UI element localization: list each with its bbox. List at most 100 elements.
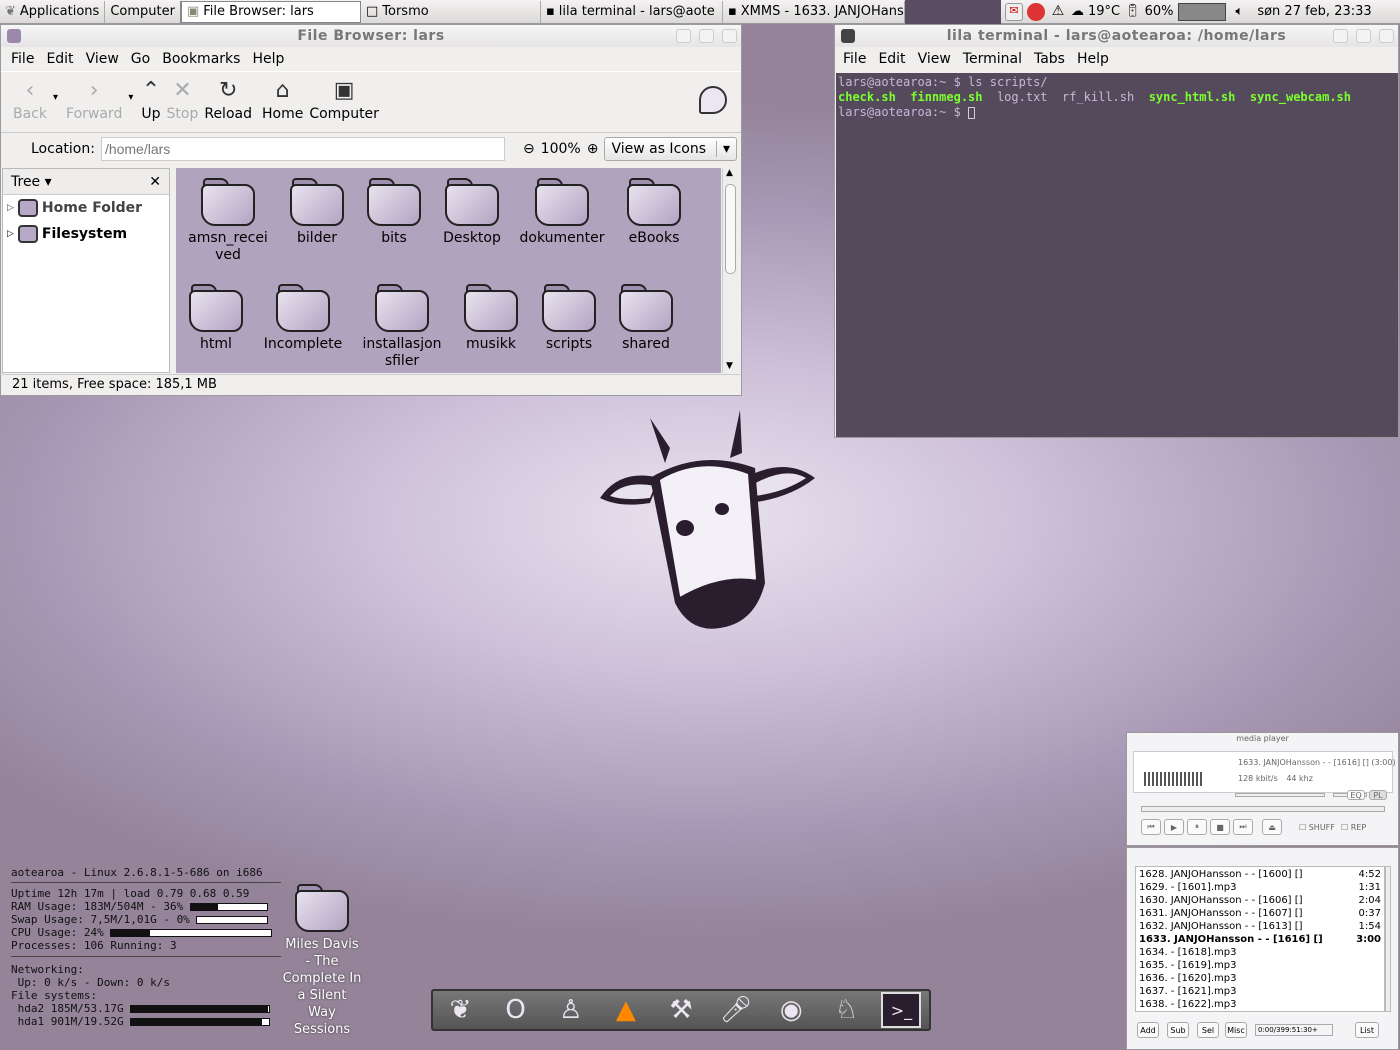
update-icon[interactable] (1026, 2, 1045, 21)
menu-go[interactable]: Go (125, 51, 156, 67)
eject-button[interactable]: ⏏ (1262, 819, 1282, 835)
zoom-in-icon[interactable]: ⊕ (587, 141, 599, 157)
menu-terminal[interactable]: Terminal (957, 51, 1028, 67)
previous-button[interactable]: ⏮ (1141, 819, 1161, 835)
warning-icon[interactable]: ⚠ (1049, 3, 1067, 21)
file-item-ebooks[interactable]: eBooks (609, 170, 699, 247)
task-terminal[interactable]: ▪ lila terminal - lars@aote (541, 0, 723, 23)
minimize-button[interactable] (676, 29, 691, 43)
menu-edit[interactable]: Edit (872, 51, 911, 67)
icon-view[interactable]: amsn_recei ved bilder bits Desktop dokumente… (176, 168, 721, 373)
list-item[interactable]: 1636. - [1620].mp3 (1139, 972, 1381, 985)
tree-item-filesystem[interactable]: ▷ Filesystem (3, 221, 169, 247)
vlc-icon[interactable]: ▲ (606, 992, 646, 1028)
view-mode-select[interactable]: View as Icons ▾ (604, 137, 738, 161)
minimize-button[interactable] (1333, 29, 1348, 43)
seek-bar[interactable] (1141, 806, 1385, 812)
scroll-thumb[interactable] (725, 184, 736, 274)
shuffle-checkbox[interactable]: ☐ SHUFF (1299, 823, 1335, 832)
menu-file[interactable]: File (837, 51, 872, 67)
xmms-title[interactable]: media player (1127, 733, 1398, 745)
zoom-level[interactable]: 100% (541, 141, 581, 157)
close-sidebar-icon[interactable]: ✕ (149, 174, 161, 190)
terminal-titlebar[interactable]: lila terminal - lars@aotearoa: /home/lar… (835, 25, 1398, 47)
playlist-list[interactable]: 1628. JANJOHansson - - [1600] [] 4:52 1629… (1135, 866, 1385, 1012)
menu-edit[interactable]: Edit (40, 51, 79, 67)
file-item-bits[interactable]: bits (349, 170, 439, 247)
file-item-amsn_received[interactable]: amsn_recei ved (183, 170, 273, 264)
expander-icon[interactable]: ▷ (7, 229, 14, 239)
file-item-html[interactable]: html (176, 276, 261, 353)
battery-icon[interactable]: 🔋︎ (1124, 4, 1141, 19)
file-item-installasjonsfiler[interactable]: installasjon sfiler (357, 276, 447, 370)
close-button[interactable] (722, 29, 737, 43)
opera-icon[interactable]: O (496, 992, 536, 1028)
list-item[interactable]: 1633. JANJOHansson - - [1616] [] 3:00 (1139, 933, 1381, 946)
add-button[interactable]: Add (1137, 1022, 1159, 1038)
back-history-chevron-icon[interactable]: ▾ (53, 92, 58, 103)
list-item[interactable]: 1628. JANJOHansson - - [1600] [] 4:52 (1139, 868, 1381, 881)
weather-icon[interactable]: ☁ (1071, 4, 1084, 19)
file-item-dokumenter[interactable]: dokumenter (517, 170, 607, 247)
list-item[interactable]: 1630. JANJOHansson - - [1606] [] 2:04 (1139, 894, 1381, 907)
maximize-button[interactable] (1356, 29, 1371, 43)
menu-view[interactable]: View (80, 51, 125, 67)
file-item-shared[interactable]: shared (601, 276, 691, 353)
forward-button[interactable]: › Forward (66, 78, 122, 122)
clock[interactable]: søn 27 feb, 23:33 (1257, 4, 1371, 19)
volume-slider[interactable] (1235, 793, 1325, 797)
file-browser-titlebar[interactable]: File Browser: lars (1, 25, 741, 47)
terminal-output[interactable]: lars@aotearoa:~ $ ls scripts/ check.sh f… (836, 73, 1398, 437)
file-item-desktop[interactable]: Desktop (427, 170, 517, 247)
webcam-icon[interactable]: ◉ (771, 992, 811, 1028)
zoom-out-icon[interactable]: ⊖ (523, 141, 535, 157)
menu-help[interactable]: Help (246, 51, 290, 67)
back-button[interactable]: ‹ Back (13, 78, 47, 122)
maximize-button[interactable] (699, 29, 714, 43)
menu-view[interactable]: View (912, 51, 957, 67)
mail-icon[interactable]: ✉ (1004, 2, 1023, 21)
bunny-icon[interactable]: ♘ (826, 992, 866, 1028)
sidebar-type-select[interactable]: Tree ▾ (11, 174, 52, 190)
computer-button[interactable]: ▣ Computer (309, 78, 379, 122)
repeat-checkbox[interactable]: ☐ REP (1341, 823, 1366, 832)
list-item[interactable]: 1634. - [1618].mp3 (1139, 946, 1381, 959)
list-item[interactable]: 1635. - [1619].mp3 (1139, 959, 1381, 972)
task-xmms[interactable]: ▪ XMMS - 1633. JANJOHans (723, 0, 905, 23)
list-item[interactable]: 1631. JANJOHansson - - [1607] [] 0:37 (1139, 907, 1381, 920)
scroll-up-icon[interactable]: ▲ (726, 168, 733, 178)
pause-button[interactable]: ⏸ (1187, 819, 1207, 835)
volume-icon[interactable]: 🔈︎ (1236, 4, 1244, 19)
terminal-launcher-icon[interactable]: >_ (881, 992, 922, 1028)
stop-button[interactable]: ■ (1210, 819, 1230, 835)
applications-menu[interactable]: ❦ Applications (0, 0, 106, 23)
misc-button[interactable]: Misc (1225, 1022, 1247, 1038)
reload-button[interactable]: ↻ Reload (204, 78, 252, 122)
microphone-icon[interactable]: 🎤︎ (716, 992, 756, 1028)
up-button[interactable]: ⌃ Up (141, 78, 160, 122)
list-item[interactable]: 1629. - [1601].mp3 1:31 (1139, 881, 1381, 894)
stop-button[interactable]: ✕ Stop (167, 78, 199, 122)
sel-button[interactable]: Sel (1197, 1022, 1219, 1038)
list-button[interactable]: List (1355, 1022, 1379, 1038)
location-input[interactable] (100, 137, 505, 161)
close-button[interactable] (1379, 29, 1394, 43)
sub-button[interactable]: Sub (1167, 1022, 1189, 1038)
file-manager-icon[interactable]: ❦ (441, 992, 481, 1028)
expander-icon[interactable]: ▷ (7, 203, 14, 213)
computer-menu[interactable]: Computer (105, 0, 181, 23)
list-item[interactable]: 1638. - [1622].mp3 (1139, 998, 1381, 1011)
task-torsmo[interactable]: □ Torsmo (361, 0, 541, 23)
play-button[interactable]: ▶ (1164, 819, 1184, 835)
list-item[interactable]: 1637. - [1621].mp3 (1139, 985, 1381, 998)
tools-icon[interactable]: ⚒ (661, 992, 701, 1028)
desktop-folder-miles-davis[interactable]: Miles Davis - The Complete In a Silent W… (282, 876, 362, 1038)
playlist-scrollbar[interactable] (1385, 866, 1391, 1012)
forward-history-chevron-icon[interactable]: ▾ (128, 92, 133, 103)
task-file-browser[interactable]: ▣ File Browser: lars (180, 0, 361, 23)
menu-tabs[interactable]: Tabs (1028, 51, 1071, 67)
file-item-incomplete[interactable]: Incomplete (258, 276, 348, 353)
messenger-icon[interactable]: ♙ (551, 992, 591, 1028)
eq-button[interactable]: EQ (1347, 790, 1365, 800)
menu-help[interactable]: Help (1071, 51, 1115, 67)
